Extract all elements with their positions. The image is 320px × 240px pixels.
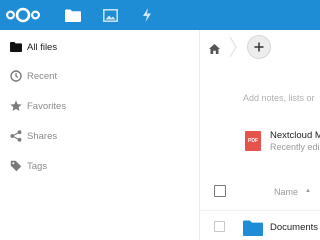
sidebar-item-tags[interactable]: Tags: [0, 151, 199, 181]
table-row[interactable]: Documents: [200, 210, 320, 240]
recommended-file-subtitle: Recently edi: [270, 142, 320, 152]
plus-icon: [254, 42, 264, 52]
add-new-button[interactable]: [247, 35, 271, 59]
nav-files[interactable]: [60, 0, 86, 30]
sidebar-item-label: Shares: [27, 130, 58, 142]
recommended-file[interactable]: PDF Nextcloud M Recently edi: [245, 128, 320, 164]
folder-icon: [65, 9, 81, 22]
row-checkbox[interactable]: [214, 221, 225, 232]
sidebar-item-favorites[interactable]: Favorites: [0, 91, 199, 121]
file-table-header: Name ▲: [200, 178, 320, 208]
nav-photos[interactable]: [97, 0, 123, 30]
lightning-icon: [143, 8, 151, 22]
rich-workspace-placeholder[interactable]: Add notes, lists or: [243, 93, 315, 103]
file-list-area: Add notes, lists or PDF Nextcloud M Rece…: [200, 30, 320, 240]
sidebar-item-label: All files: [27, 41, 58, 53]
sort-ascending-icon[interactable]: ▲: [305, 188, 311, 194]
sidebar: All files Recent Favorites Shares Tags: [0, 30, 200, 240]
image-icon: [102, 8, 118, 22]
breadcrumb-separator-icon: [229, 36, 237, 63]
sidebar-item-recent[interactable]: Recent: [0, 61, 199, 91]
nextcloud-logo[interactable]: [3, 0, 43, 30]
nextcloud-logo-icon: [5, 7, 41, 23]
top-header: [0, 0, 320, 30]
recommended-file-name: Nextcloud M: [270, 130, 320, 141]
pdf-file-icon: PDF: [245, 131, 261, 151]
star-icon: [5, 99, 27, 113]
sidebar-item-label: Tags: [27, 160, 48, 172]
folder-icon: [5, 40, 27, 54]
tag-icon: [5, 159, 27, 173]
nav-activity[interactable]: [134, 0, 160, 30]
sidebar-item-all-files[interactable]: All files: [0, 32, 199, 62]
folder-icon: [243, 220, 263, 240]
share-icon: [5, 129, 27, 143]
breadcrumb: [200, 30, 320, 64]
column-header-name[interactable]: Name: [274, 187, 298, 197]
sidebar-item-label: Recent: [27, 70, 58, 82]
clock-icon: [5, 69, 27, 83]
file-name[interactable]: Documents: [270, 222, 318, 233]
home-icon[interactable]: [209, 41, 220, 59]
select-all-checkbox[interactable]: [214, 185, 226, 197]
sidebar-item-label: Favorites: [27, 100, 67, 112]
sidebar-item-shares[interactable]: Shares: [0, 121, 199, 151]
